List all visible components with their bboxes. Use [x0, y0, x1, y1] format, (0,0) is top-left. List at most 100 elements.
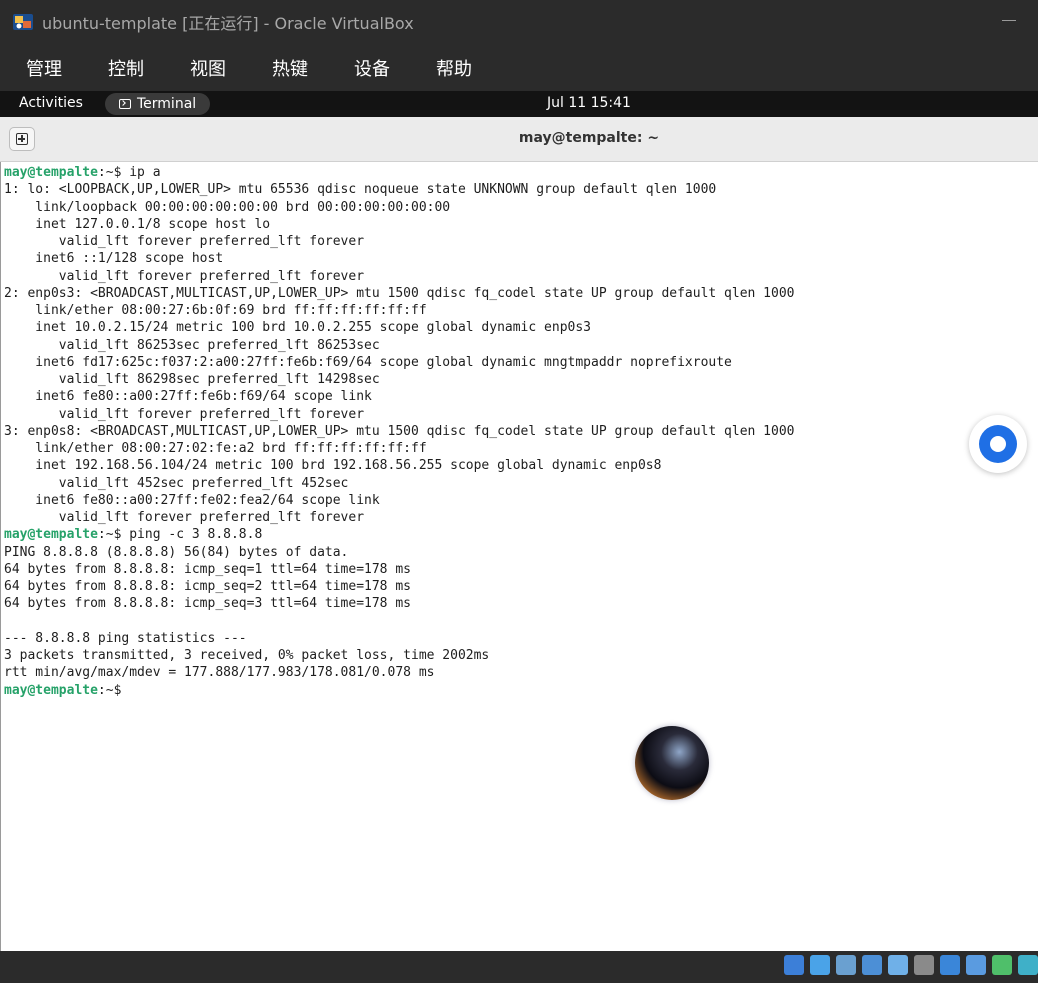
vbox-titlebar: ubuntu-template [正在运行] - Oracle VirtualB… — [0, 0, 1038, 44]
output-text: PING 8.8.8.8 (8.8.8.8) 56(84) bytes of d… — [4, 544, 349, 560]
output-text: valid_lft 86253sec preferred_lft 86253se… — [4, 337, 380, 353]
terminal-output-line: 3: enp0s8: <BROADCAST,MULTICAST,UP,LOWER… — [4, 423, 795, 440]
prompt-user: may@tempalte — [4, 165, 98, 180]
app-menu-terminal[interactable]: Terminal — [105, 93, 211, 115]
terminal-output-line: 64 bytes from 8.8.8.8: icmp_seq=2 ttl=64… — [4, 578, 795, 595]
command-text: ping -c 3 8.8.8.8 — [129, 527, 263, 543]
terminal-output-line: inet 192.168.56.104/24 metric 100 brd 19… — [4, 457, 795, 474]
output-text: --- 8.8.8.8 ping statistics --- — [4, 630, 247, 646]
terminal-title: may@tempalte: ~ — [518, 130, 660, 146]
terminal-output-line: valid_lft forever preferred_lft forever — [4, 233, 795, 250]
output-text: valid_lft forever preferred_lft forever — [4, 510, 365, 525]
output-text: inet 192.168.56.104/24 metric 100 brd 19… — [4, 458, 662, 474]
terminal-prompt-line: may@tempalte:~$ ping -c 3 8.8.8.8 — [4, 526, 795, 543]
assistant-icon — [979, 425, 1017, 463]
terminal-output-line: inet6 ::1/128 scope host — [4, 250, 795, 267]
menu-manage[interactable]: 管理 — [26, 55, 62, 81]
hard-disk-icon[interactable] — [784, 955, 804, 975]
clock[interactable]: Jul 11 15:41 — [547, 95, 631, 111]
terminal-output-line: 2: enp0s3: <BROADCAST,MULTICAST,UP,LOWER… — [4, 285, 795, 302]
prompt-user: may@tempalte — [4, 682, 98, 698]
terminal-output-line: valid_lft forever preferred_lft forever — [4, 268, 795, 285]
output-text: rtt min/avg/max/mdev = 177.888/177.983/1… — [4, 665, 435, 681]
shared-folders-icon[interactable] — [914, 955, 934, 975]
optical-drive-icon[interactable] — [810, 955, 830, 975]
output-text: inet6 fd17:625c:f037:2:a00:27ff:fe6b:f69… — [4, 354, 732, 370]
terminal-output-line: --- 8.8.8.8 ping statistics --- — [4, 630, 795, 647]
terminal-output: may@tempalte:~$ ip a 1: lo: <LOOPBACK,UP,… — [4, 164, 795, 699]
prompt-suffix: :~$ — [97, 165, 130, 180]
output-text: 1: lo: <LOOPBACK,UP,LOWER_UP> mtu 65536 … — [4, 182, 717, 198]
menu-hotkeys[interactable]: 热键 — [272, 55, 308, 81]
output-text: valid_lft forever preferred_lft forever — [4, 234, 365, 249]
output-text: valid_lft 86298sec preferred_lft 14298se… — [4, 372, 380, 387]
window-title: ubuntu-template [正在运行] - Oracle VirtualB… — [42, 14, 414, 33]
terminal-prompt-line: may@tempalte:~$ — [4, 682, 795, 699]
output-text: link/loopback 00:00:00:00:00:00 brd 00:0… — [4, 199, 451, 215]
cpu-icon[interactable] — [992, 955, 1012, 975]
output-text: 2: enp0s3: <BROADCAST,MULTICAST,UP,LOWER… — [4, 285, 795, 301]
output-text: inet 127.0.0.1/8 scope host lo — [4, 216, 271, 232]
vbox-statusbar — [0, 951, 1038, 983]
prompt-suffix: :~$ — [97, 527, 130, 543]
terminal-output-line: link/ether 08:00:27:6b:0f:69 brd ff:ff:f… — [4, 302, 795, 319]
output-text: 64 bytes from 8.8.8.8: icmp_seq=1 ttl=64… — [4, 561, 411, 577]
output-text: inet6 fe80::a00:27ff:fe02:fea2/64 scope … — [4, 492, 380, 508]
terminal-output-line: 64 bytes from 8.8.8.8: icmp_seq=3 ttl=64… — [4, 595, 795, 612]
display-icon[interactable] — [940, 955, 960, 975]
floating-assistant-button[interactable] — [969, 415, 1027, 473]
prompt-user: may@tempalte — [4, 527, 98, 543]
output-text: inet6 fe80::a00:27ff:fe6b:f69/64 scope l… — [4, 389, 372, 405]
terminal-output-line: inet 127.0.0.1/8 scope host lo — [4, 216, 795, 233]
mouse-integration-icon[interactable] — [1018, 955, 1038, 975]
output-text: inet6 ::1/128 scope host — [4, 251, 224, 267]
terminal-output-line: 1: lo: <LOOPBACK,UP,LOWER_UP> mtu 65536 … — [4, 181, 795, 198]
app-menu-label: Terminal — [137, 96, 197, 112]
activities-button[interactable]: Activities — [19, 95, 83, 111]
terminal-output-line: 64 bytes from 8.8.8.8: icmp_seq=1 ttl=64… — [4, 561, 795, 578]
output-text: inet 10.0.2.15/24 metric 100 brd 10.0.2.… — [4, 320, 591, 336]
output-text: valid_lft forever preferred_lft forever — [4, 268, 365, 284]
floating-ball-icon[interactable] — [635, 726, 709, 800]
gnome-topbar: Activities Terminal Jul 11 15:41 — [0, 91, 1038, 117]
terminal-output-line: link/loopback 00:00:00:00:00:00 brd 00:0… — [4, 199, 795, 216]
menu-help[interactable]: 帮助 — [436, 55, 472, 81]
command-text: ip a — [129, 165, 161, 180]
terminal-output-line: valid_lft 86253sec preferred_lft 86253se… — [4, 337, 795, 354]
terminal-output-line: 3 packets transmitted, 3 received, 0% pa… — [4, 647, 795, 664]
output-text: 3: enp0s8: <BROADCAST,MULTICAST,UP,LOWER… — [4, 423, 795, 439]
terminal-output-line: rtt min/avg/max/mdev = 177.888/177.983/1… — [4, 664, 795, 681]
minimize-button[interactable] — [1002, 20, 1016, 21]
terminal-headerbar: may@tempalte: ~ — [0, 117, 1038, 162]
terminal-output-line: PING 8.8.8.8 (8.8.8.8) 56(84) bytes of d… — [4, 544, 795, 561]
output-text: valid_lft 452sec preferred_lft 452sec — [4, 475, 349, 491]
usb-icon[interactable] — [888, 955, 908, 975]
output-text: 64 bytes from 8.8.8.8: icmp_seq=2 ttl=64… — [4, 579, 411, 594]
output-text: link/ether 08:00:27:6b:0f:69 brd ff:ff:f… — [4, 303, 427, 318]
terminal-output-line: inet6 fe80::a00:27ff:fe02:fea2/64 scope … — [4, 492, 795, 509]
prompt-suffix: :~$ — [97, 682, 130, 698]
menu-view[interactable]: 视图 — [190, 55, 226, 81]
menu-devices[interactable]: 设备 — [354, 55, 390, 81]
virtualbox-logo-icon — [13, 14, 33, 30]
output-text: valid_lft forever preferred_lft forever — [4, 406, 365, 422]
terminal-prompt-line: may@tempalte:~$ ip a — [4, 164, 795, 181]
terminal-output-line: link/ether 08:00:27:02:fe:a2 brd ff:ff:f… — [4, 440, 795, 457]
terminal-body[interactable]: may@tempalte:~$ ip a 1: lo: <LOOPBACK,UP,… — [0, 162, 1038, 951]
terminal-output-line: valid_lft 452sec preferred_lft 452sec — [4, 475, 795, 492]
terminal-output-line: inet6 fd17:625c:f037:2:a00:27ff:fe6b:f69… — [4, 354, 795, 371]
audio-icon[interactable] — [836, 955, 856, 975]
terminal-icon — [119, 99, 131, 109]
vbox-menubar: 管理 控制 视图 热键 设备 帮助 — [0, 44, 1038, 91]
terminal-output-line: valid_lft forever preferred_lft forever — [4, 406, 795, 423]
statusbar-icons — [778, 955, 1038, 975]
output-text: link/ether 08:00:27:02:fe:a2 brd ff:ff:f… — [4, 441, 427, 456]
terminal-output-line: inet 10.0.2.15/24 metric 100 brd 10.0.2.… — [4, 319, 795, 336]
video-capture-icon[interactable] — [966, 955, 986, 975]
network-icon[interactable] — [862, 955, 882, 975]
menu-control[interactable]: 控制 — [108, 55, 144, 81]
output-text: 3 packets transmitted, 3 received, 0% pa… — [4, 648, 490, 663]
terminal-output-line: valid_lft 86298sec preferred_lft 14298se… — [4, 371, 795, 388]
output-text: 64 bytes from 8.8.8.8: icmp_seq=3 ttl=64… — [4, 596, 411, 612]
